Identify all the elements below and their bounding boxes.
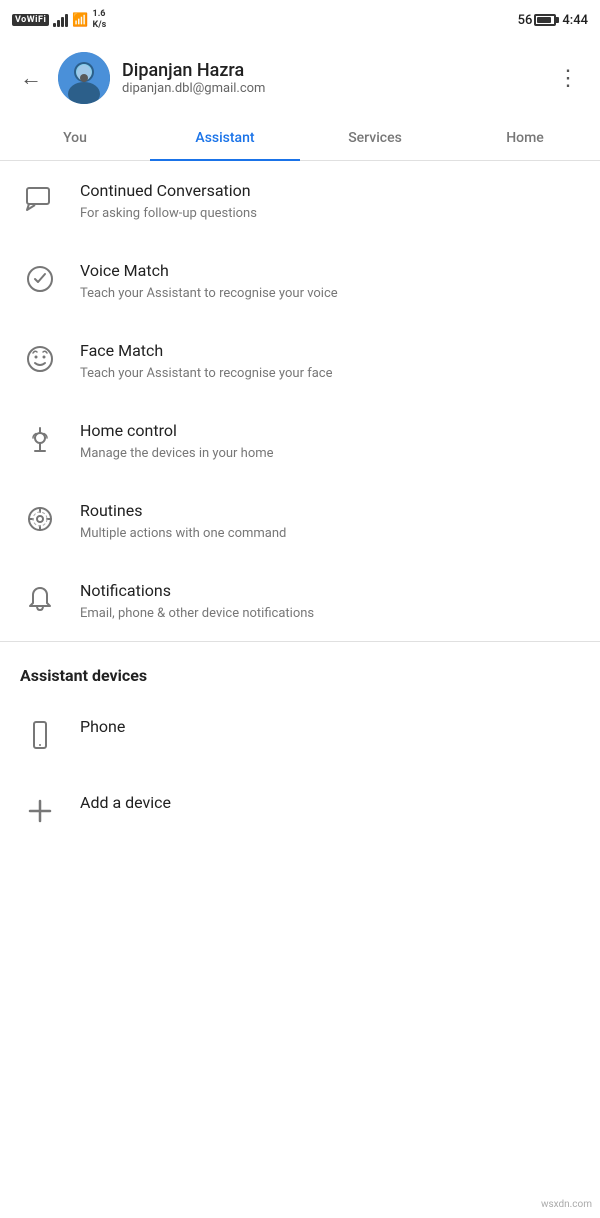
avatar — [58, 52, 110, 104]
face-match-desc: Teach your Assistant to recognise your f… — [80, 365, 580, 383]
voice-match-text: Voice Match Teach your Assistant to reco… — [80, 259, 580, 303]
tab-assistant[interactable]: Assistant — [150, 116, 300, 160]
face-match-title: Face Match — [80, 341, 580, 362]
back-arrow-icon: ← — [20, 66, 42, 91]
bell-icon — [20, 579, 60, 619]
add-device-text: Add a device — [80, 791, 580, 814]
more-options-button[interactable]: ⋮ — [553, 62, 584, 95]
user-name: Dipanjan Hazra — [122, 60, 541, 81]
status-left: VoWiFi 📶 1.6K/s — [12, 9, 106, 31]
tab-bar: You Assistant Services Home — [0, 116, 600, 161]
signal-bar-2 — [57, 20, 60, 27]
profile-header: ← Dipanjan Hazra dipanjan.dbl@gmail.com … — [0, 40, 600, 116]
phone-icon — [20, 715, 60, 755]
watermark: wsxdn.com — [541, 1199, 592, 1210]
battery-container: 56 — [518, 13, 557, 28]
face-match-text: Face Match Teach your Assistant to recog… — [80, 339, 580, 383]
assistant-devices-header: Assistant devices — [0, 642, 600, 697]
continued-conversation-item[interactable]: Continued Conversation For asking follow… — [0, 161, 600, 241]
status-bar: VoWiFi 📶 1.6K/s 56 4:44 — [0, 0, 600, 40]
battery-icon — [534, 14, 556, 26]
home-control-icon — [20, 419, 60, 459]
voice-match-icon — [20, 259, 60, 299]
status-right: 56 4:44 — [518, 13, 588, 28]
phone-device-label: Phone — [80, 717, 580, 738]
back-button[interactable]: ← — [16, 61, 46, 95]
continued-conversation-desc: For asking follow-up questions — [80, 205, 580, 223]
routines-text: Routines Multiple actions with one comma… — [80, 499, 580, 543]
notifications-title: Notifications — [80, 581, 580, 602]
face-match-item[interactable]: Face Match Teach your Assistant to recog… — [0, 321, 600, 401]
home-control-title: Home control — [80, 421, 580, 442]
voice-match-title: Voice Match — [80, 261, 580, 282]
voice-match-desc: Teach your Assistant to recognise your v… — [80, 285, 580, 303]
signal-bar-4 — [65, 14, 68, 27]
voice-match-item[interactable]: Voice Match Teach your Assistant to reco… — [0, 241, 600, 321]
add-device-label: Add a device — [80, 793, 580, 814]
signal-bars — [53, 13, 68, 27]
notifications-desc: Email, phone & other device notification… — [80, 605, 580, 623]
tab-services[interactable]: Services — [300, 116, 450, 160]
add-icon — [20, 791, 60, 831]
routines-item[interactable]: Routines Multiple actions with one comma… — [0, 481, 600, 561]
user-email: dipanjan.dbl@gmail.com — [122, 81, 541, 96]
battery-level: 56 — [518, 13, 533, 28]
routines-icon — [20, 499, 60, 539]
continued-conversation-title: Continued Conversation — [80, 181, 580, 202]
face-match-icon — [20, 339, 60, 379]
home-control-text: Home control Manage the devices in your … — [80, 419, 580, 463]
home-control-desc: Manage the devices in your home — [80, 445, 580, 463]
speed-text: 1.6K/s — [93, 9, 107, 31]
signal-bar-1 — [53, 23, 56, 27]
notifications-item[interactable]: Notifications Email, phone & other devic… — [0, 561, 600, 641]
add-device-item[interactable]: Add a device — [0, 773, 600, 849]
chat-icon — [20, 179, 60, 219]
phone-device-text: Phone — [80, 715, 580, 738]
routines-desc: Multiple actions with one command — [80, 525, 580, 543]
notifications-text: Notifications Email, phone & other devic… — [80, 579, 580, 623]
user-info: Dipanjan Hazra dipanjan.dbl@gmail.com — [122, 60, 541, 96]
home-control-item[interactable]: Home control Manage the devices in your … — [0, 401, 600, 481]
settings-list: Continued Conversation For asking follow… — [0, 161, 600, 641]
battery-fill — [537, 17, 551, 23]
time-display: 4:44 — [562, 13, 588, 28]
wifi-icon: 📶 — [72, 13, 88, 28]
signal-bar-3 — [61, 17, 64, 27]
vowifi-badge: VoWiFi — [12, 14, 49, 26]
phone-device-item[interactable]: Phone — [0, 697, 600, 773]
assistant-devices-section: Assistant devices Phone Add a device — [0, 642, 600, 849]
avatar-image — [58, 52, 110, 104]
routines-title: Routines — [80, 501, 580, 522]
continued-conversation-text: Continued Conversation For asking follow… — [80, 179, 580, 223]
tab-home[interactable]: Home — [450, 116, 600, 160]
tab-you[interactable]: You — [0, 116, 150, 160]
